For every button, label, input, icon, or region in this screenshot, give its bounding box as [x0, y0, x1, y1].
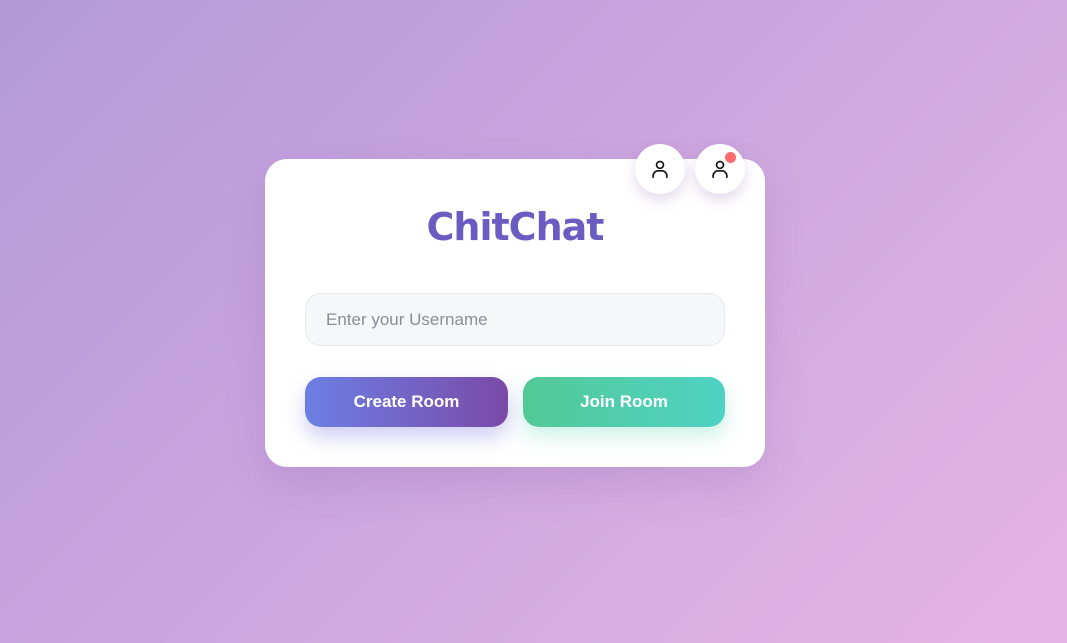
login-card: ChitChat Create Room Join Room [265, 144, 765, 467]
create-room-button[interactable]: Create Room [305, 377, 508, 427]
join-room-button[interactable]: Join Room [523, 377, 725, 427]
user-icon [652, 160, 668, 179]
user-notifications-button[interactable] [695, 144, 745, 194]
notification-dot [725, 152, 736, 163]
profile-button[interactable] [635, 144, 685, 194]
app-title: ChitChat [426, 205, 605, 249]
username-input[interactable] [305, 293, 725, 346]
